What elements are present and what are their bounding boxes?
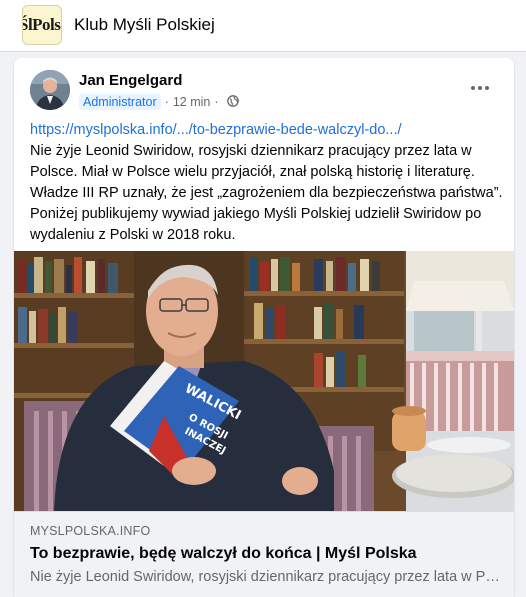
- group-name[interactable]: Klub Myśli Polskiej: [74, 15, 215, 35]
- post-text: https://myslpolska.info/.../to-bezprawie…: [30, 120, 506, 246]
- group-logo-text: ŚlPols: [22, 15, 61, 34]
- group-header: ŚlPols Klub Myśli Polskiej: [0, 0, 526, 52]
- group-logo[interactable]: ŚlPols: [22, 5, 62, 45]
- author-avatar[interactable]: [30, 70, 70, 110]
- link-preview-description: Nie żyje Leonid Swiridow, rosyjski dzien…: [30, 569, 500, 585]
- post-card: Jan Engelgard Administrator · 12 min · h…: [14, 58, 514, 597]
- post-photo[interactable]: WALICKI O ROSJI INACZEJ: [14, 251, 514, 511]
- link-preview-domain: MYSLPOLSKA.INFO: [30, 524, 151, 538]
- post-meta: Administrator · 12 min ·: [79, 93, 239, 111]
- author-name[interactable]: Jan Engelgard: [79, 72, 182, 89]
- admin-badge[interactable]: Administrator: [79, 94, 161, 110]
- meta-separator: ·: [164, 95, 169, 109]
- meta-separator: ·: [214, 95, 219, 109]
- post-time[interactable]: 12 min: [173, 95, 211, 109]
- more-options-icon[interactable]: [464, 76, 496, 100]
- link-preview[interactable]: MYSLPOLSKA.INFO To bezprawie, będę walcz…: [14, 511, 514, 597]
- globe-icon: [226, 94, 239, 110]
- post-body: Nie żyje Leonid Swiridow, rosyjski dzien…: [30, 143, 503, 243]
- post-link[interactable]: https://myslpolska.info/.../to-bezprawie…: [30, 120, 506, 141]
- link-preview-title[interactable]: To bezprawie, będę walczył do końca | My…: [30, 545, 417, 563]
